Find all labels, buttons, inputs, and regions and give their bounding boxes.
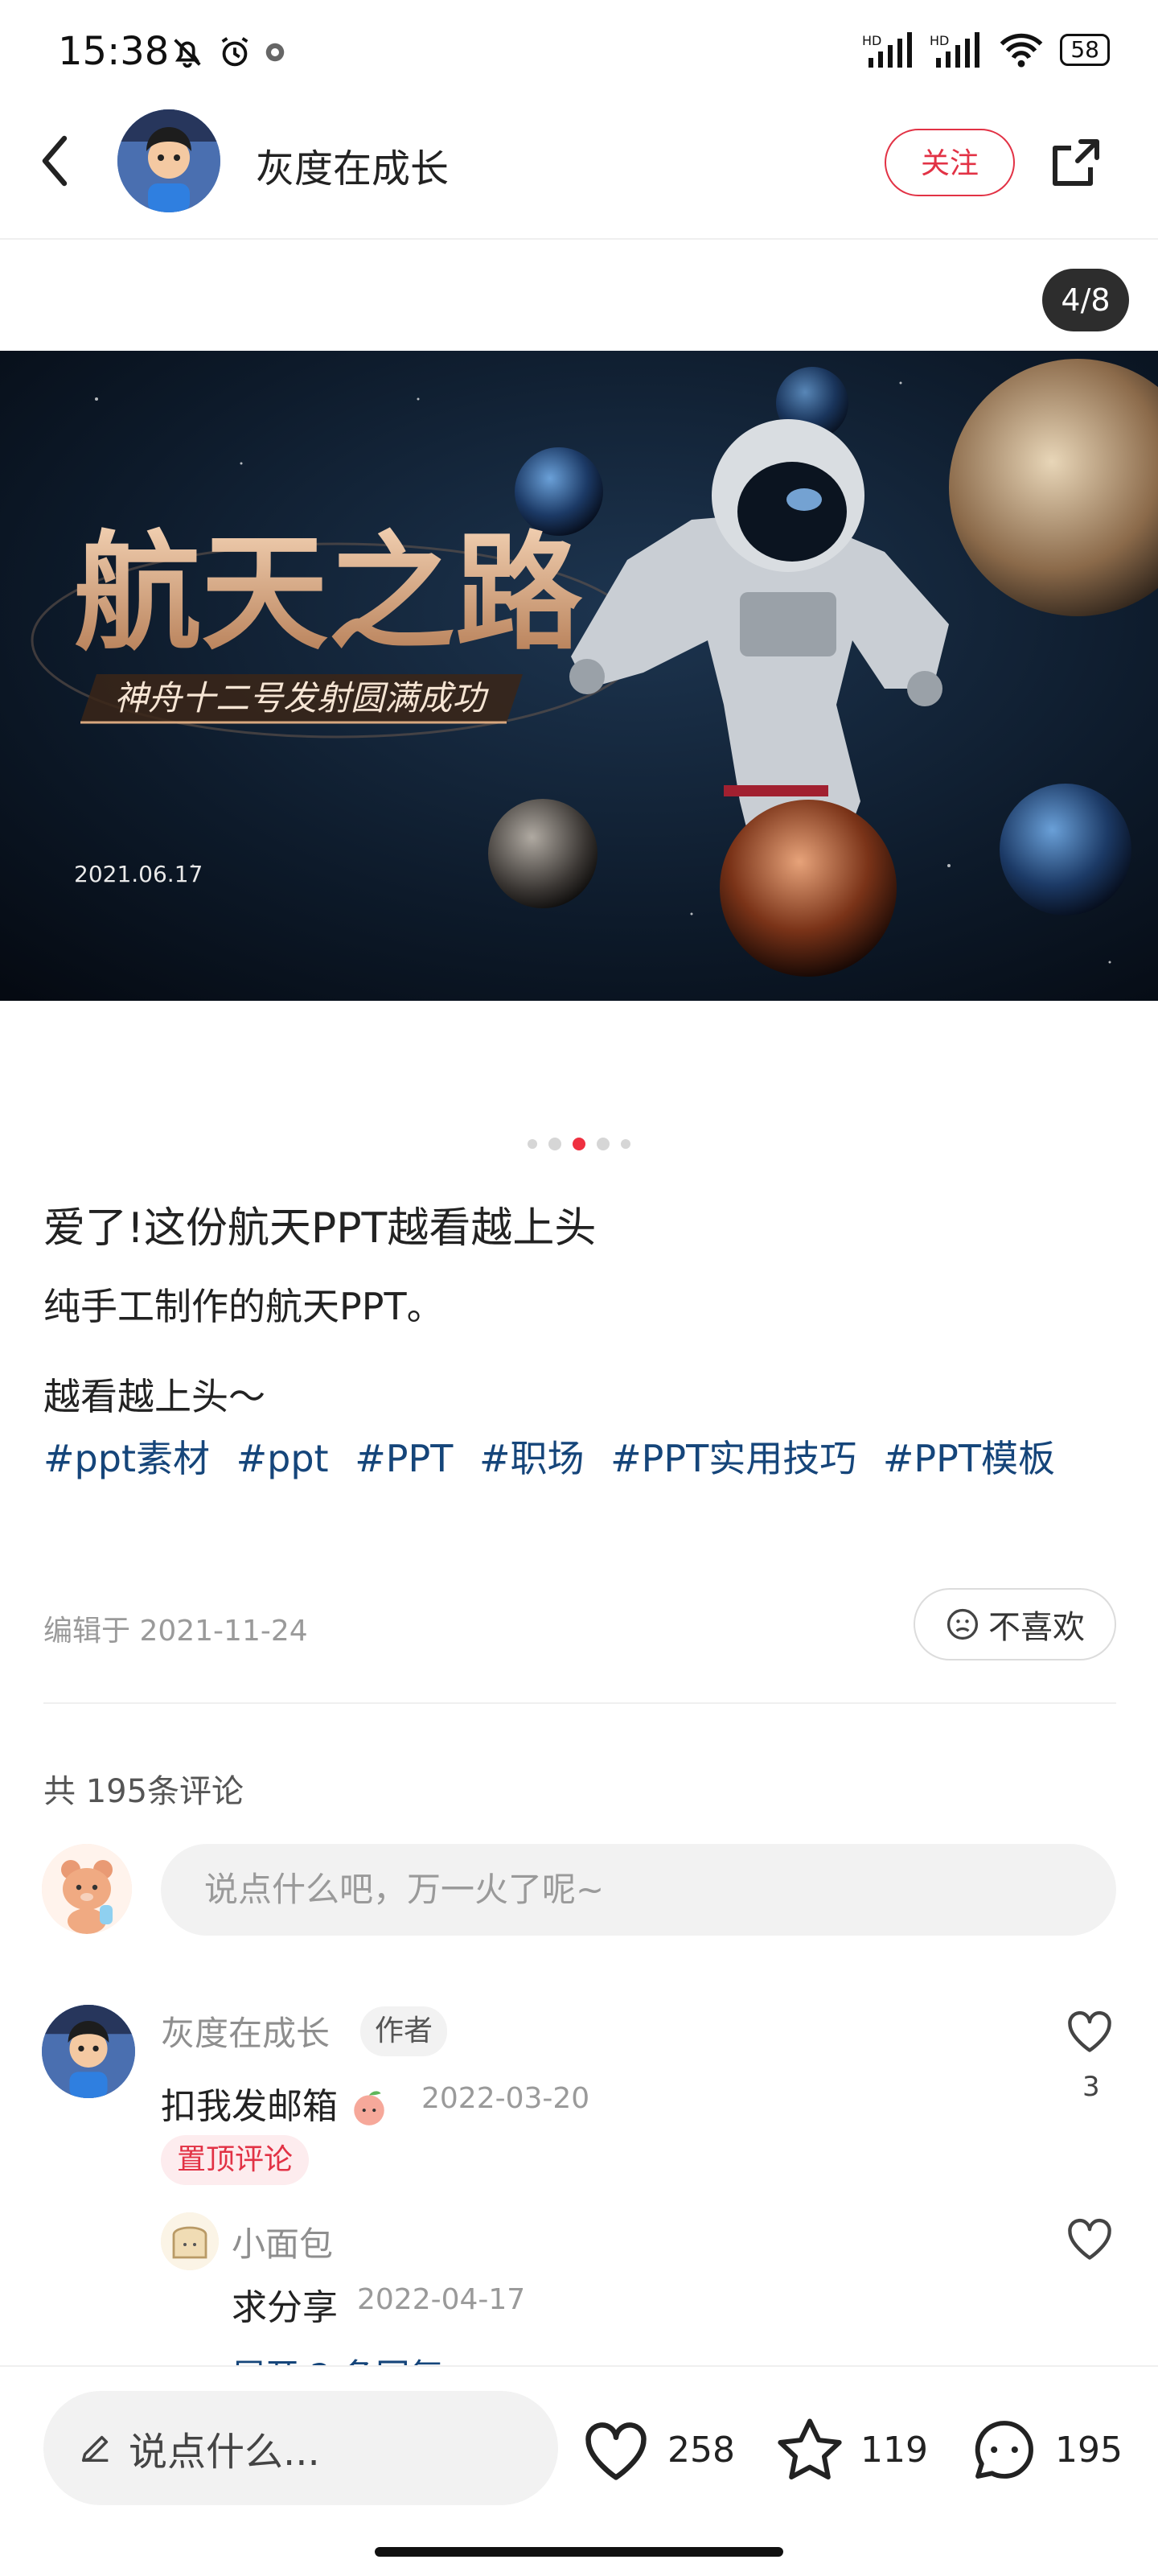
- comment-button[interactable]: 195: [968, 2413, 1123, 2486]
- tag-link[interactable]: #PPT模板: [883, 1437, 1055, 1480]
- reply-date: 2022-04-17: [357, 2283, 526, 2316]
- app-icon: [266, 43, 285, 62]
- home-indicator[interactable]: [375, 2547, 783, 2557]
- tag-link[interactable]: #ppt: [236, 1437, 329, 1480]
- carousel-dot: [597, 1138, 610, 1150]
- like-button[interactable]: 258: [579, 2413, 735, 2486]
- reply-text[interactable]: 求分享: [232, 2278, 338, 2330]
- status-right-icons: HD HD 58: [862, 32, 1110, 68]
- author-badge: 作者: [360, 2006, 448, 2056]
- share-icon: [1053, 139, 1099, 186]
- comment-input[interactable]: 说点什么吧，万一火了呢~: [161, 1844, 1116, 1936]
- comment-count-bottom: 195: [1055, 2429, 1123, 2471]
- carousel-dots: [528, 1138, 630, 1150]
- hero-headline: 航天之路: [74, 520, 583, 668]
- comment-avatar[interactable]: [42, 2005, 135, 2098]
- space-illustration: 航天之路 神舟十二号发射圆满成功 2021.06.17: [0, 351, 1158, 1001]
- pencil-icon: [81, 2435, 109, 2463]
- carousel-dot-active: [573, 1138, 585, 1150]
- heart-icon: [585, 2422, 647, 2480]
- reply-author[interactable]: 小面包: [232, 2217, 333, 2266]
- carousel-dot: [548, 1138, 561, 1150]
- wifi-icon: [1000, 33, 1043, 68]
- author-avatar[interactable]: [117, 109, 220, 212]
- post-image[interactable]: 航天之路 神舟十二号发射圆满成功 2021.06.17: [0, 351, 1158, 1001]
- author-name[interactable]: 灰度在成长: [256, 137, 449, 193]
- comment-author[interactable]: 灰度在成长: [161, 2006, 330, 2055]
- heart-icon: [1068, 2011, 1111, 2052]
- hd-signal-icon: HD: [862, 32, 913, 68]
- bear-avatar-illustration: [42, 1844, 132, 1934]
- follow-button[interactable]: 关注: [885, 129, 1015, 196]
- svg-text:HD: HD: [930, 33, 949, 48]
- status-bar: 15:38 HD HD 58: [0, 0, 1158, 105]
- comment-bubble-icon: [975, 2421, 1033, 2479]
- heart-icon: [1068, 2219, 1111, 2260]
- edit-date: 编辑于 2021-11-24: [43, 1615, 308, 1648]
- comment-like-count: 3: [1082, 2071, 1100, 2103]
- say-something-input[interactable]: 说点什么...: [43, 2391, 558, 2505]
- say-something-placeholder: 说点什么...: [129, 2430, 320, 2475]
- share-button[interactable]: [1045, 132, 1107, 193]
- back-button[interactable]: [32, 129, 80, 193]
- post-tags: #ppt素材 #ppt #PPT #职场 #PPT实用技巧 #PPT模板: [43, 1427, 1121, 1490]
- status-left-icons: [169, 32, 287, 71]
- carousel-dot: [621, 1139, 630, 1149]
- tag-link[interactable]: #ppt素材: [43, 1437, 210, 1480]
- bread-avatar-illustration: [161, 2212, 219, 2270]
- status-time: 15:38: [58, 29, 170, 74]
- tag-link[interactable]: #PPT实用技巧: [610, 1437, 856, 1480]
- hd-signal-icon: HD: [930, 32, 980, 68]
- peach-emoji-icon: [354, 2091, 384, 2125]
- header-divider: [0, 238, 1158, 240]
- pinned-comment-badge: 置顶评论: [161, 2135, 310, 2185]
- battery-icon: 58: [1060, 34, 1110, 66]
- collect-count: 119: [860, 2429, 928, 2471]
- comment-date: 2022-03-20: [421, 2082, 590, 2115]
- comment-text-content: 扣我发邮箱: [161, 2086, 338, 2127]
- collect-button[interactable]: 119: [774, 2413, 928, 2486]
- avatar-illustration: [117, 109, 220, 212]
- bell-off-icon: [174, 39, 201, 68]
- comment-text[interactable]: 扣我发邮箱: [161, 2077, 389, 2129]
- dislike-label: 不喜欢: [988, 1609, 1085, 1646]
- sad-face-icon: [947, 1608, 979, 1640]
- star-icon: [778, 2418, 842, 2480]
- reply-avatar[interactable]: [161, 2212, 219, 2270]
- alarm-icon: [221, 37, 248, 67]
- svg-text:HD: HD: [862, 33, 881, 48]
- post-description-line1: 纯手工制作的航天PPT。: [43, 1285, 444, 1328]
- comment-count: 共 195条评论: [43, 1773, 244, 1810]
- reply-like-button[interactable]: [1063, 2214, 1116, 2262]
- comment-like-button[interactable]: [1063, 2006, 1116, 2055]
- hero-subline: 神舟十二号发射圆满成功: [114, 678, 489, 718]
- carousel-dot: [528, 1139, 537, 1149]
- avatar-illustration: [42, 2005, 135, 2098]
- hero-date: 2021.06.17: [74, 861, 203, 887]
- like-count: 258: [667, 2429, 735, 2471]
- tag-link[interactable]: #职场: [479, 1437, 585, 1480]
- dislike-button[interactable]: 不喜欢: [914, 1588, 1116, 1660]
- chevron-left-icon: [42, 135, 68, 187]
- post-description-line2: 越看越上头～: [43, 1375, 265, 1418]
- tag-link[interactable]: #PPT: [355, 1437, 453, 1480]
- image-counter: 4/8: [1042, 269, 1129, 331]
- post-title: 爱了!这份航天PPT越看越上头: [43, 1204, 597, 1253]
- my-avatar: [42, 1844, 132, 1934]
- content-divider: [43, 1702, 1116, 1704]
